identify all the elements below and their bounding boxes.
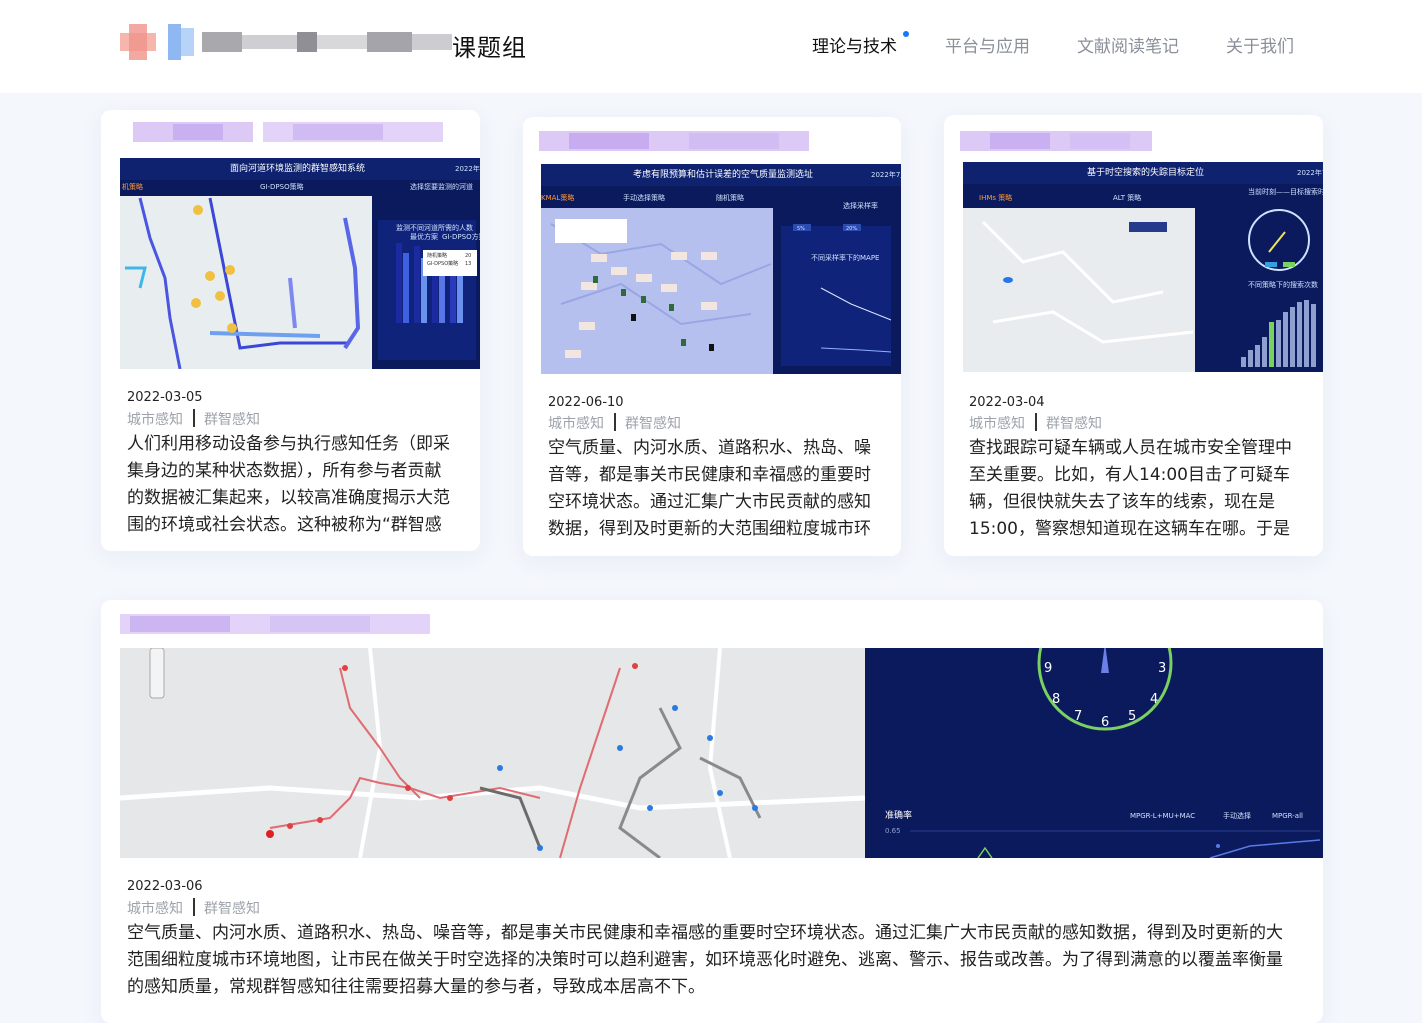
tag-link[interactable]: 城市感知 bbox=[548, 416, 604, 432]
tag-link[interactable]: 城市感知 bbox=[969, 416, 1025, 432]
svg-text:2022年7月: 2022年7月 bbox=[871, 170, 901, 179]
svg-text:基于时空搜索的失踪目标定位: 基于时空搜索的失踪目标定位 bbox=[1087, 166, 1204, 178]
svg-text:5%: 5% bbox=[797, 226, 805, 232]
card-description: 空气质量、内河水质、道路积水、热岛、噪音等，都是事关市民健康和幸福感的重要时空环… bbox=[127, 923, 1283, 997]
tag-link[interactable]: 群智感知 bbox=[204, 412, 260, 428]
card-title-blurred bbox=[133, 122, 443, 142]
logo-mark-icon bbox=[120, 24, 156, 60]
svg-text:随机策略: 随机策略 bbox=[716, 193, 744, 202]
svg-text:选择您要监测的河道: 选择您要监测的河道 bbox=[410, 182, 473, 191]
svg-text:手动选择: 手动选择 bbox=[1223, 811, 1251, 820]
svg-text:2022年7月: 2022年7月 bbox=[455, 164, 480, 173]
svg-text:4: 4 bbox=[1150, 692, 1158, 707]
svg-text:8: 8 bbox=[1052, 692, 1060, 707]
nav-theory-tech[interactable]: 理论与技术 bbox=[812, 32, 897, 57]
logo-secondary-icon bbox=[168, 24, 194, 60]
svg-text:IHMs 策略: IHMs 策略 bbox=[979, 193, 1012, 202]
site-title: 课题组 bbox=[452, 34, 527, 62]
nav-about-us[interactable]: 关于我们 bbox=[1226, 32, 1294, 57]
svg-text:9: 9 bbox=[1044, 661, 1052, 676]
svg-text:6: 6 bbox=[1101, 715, 1109, 730]
svg-text:13: 13 bbox=[465, 261, 471, 267]
missing-target-dashboard-image: 基于时空搜索的失踪目标定位 2022年7月 IHMs 策略 ALT 策略 当前时… bbox=[963, 162, 1323, 372]
svg-text:20%: 20% bbox=[846, 226, 857, 232]
card-tags: 城市感知 群智感知 bbox=[127, 898, 260, 918]
tag-link[interactable]: 群智感知 bbox=[625, 416, 681, 432]
active-nav-dot bbox=[903, 31, 909, 37]
tag-separator bbox=[614, 413, 616, 431]
card-tags: 城市感知 群智感知 bbox=[127, 409, 260, 429]
card-description: 人们利用移动设备参与执行感知任务（即采集身边的某种状态数据），所有参与者贡献的数… bbox=[127, 434, 450, 535]
card-date: 2022-06-10 bbox=[548, 395, 624, 410]
card-thumbnail[interactable]: 基于时空搜索的失踪目标定位 2022年7月 IHMs 策略 ALT 策略 当前时… bbox=[963, 162, 1323, 372]
card-date: 2022-03-06 bbox=[127, 879, 203, 894]
article-card[interactable]: 9 3 8 4 7 6 5 准确率 0.65 MPGR-L+MU+MAC 手动选… bbox=[101, 600, 1323, 1023]
card-title-blurred bbox=[960, 131, 1152, 151]
svg-text:GI-DPSO策略: GI-DPSO策略 bbox=[260, 182, 304, 191]
svg-text:面向河道环境监测的群智感知系统: 面向河道环境监测的群智感知系统 bbox=[230, 162, 365, 174]
svg-text:MPGR-L+MU+MAC: MPGR-L+MU+MAC bbox=[1130, 812, 1195, 820]
nav-platform-apps[interactable]: 平台与应用 bbox=[945, 32, 1030, 57]
card-title-blurred bbox=[539, 131, 809, 151]
route-prediction-dashboard-image: 9 3 8 4 7 6 5 准确率 0.65 MPGR-L+MU+MAC 手动选… bbox=[120, 648, 1323, 858]
svg-text:3: 3 bbox=[1158, 661, 1166, 676]
svg-text:最优方案: 最优方案 bbox=[410, 232, 438, 241]
air-quality-dashboard-image: 考虑有限预算和估计误差的空气质量监测选址 2022年7月 KMAL策略 手动选择… bbox=[541, 164, 901, 374]
svg-text:监测不同河道所需的人数: 监测不同河道所需的人数 bbox=[396, 223, 473, 232]
article-card[interactable]: 考虑有限预算和估计误差的空气质量监测选址 2022年7月 KMAL策略 手动选择… bbox=[523, 117, 901, 556]
svg-text:随机策略: 随机策略 bbox=[427, 252, 447, 259]
tag-link[interactable]: 城市感知 bbox=[127, 412, 183, 428]
card-thumbnail[interactable]: 考虑有限预算和估计误差的空气质量监测选址 2022年7月 KMAL策略 手动选择… bbox=[541, 164, 901, 374]
svg-text:KMAL策略: KMAL策略 bbox=[541, 193, 574, 202]
svg-text:20: 20 bbox=[465, 253, 471, 259]
card-description: 空气质量、内河水质、道路积水、热岛、噪音等，都是事关市民健康和幸福感的重要时空环… bbox=[548, 438, 871, 539]
svg-text:MPGR-all: MPGR-all bbox=[1272, 812, 1303, 820]
card-thumbnail[interactable]: 9 3 8 4 7 6 5 准确率 0.65 MPGR-L+MU+MAC 手动选… bbox=[120, 648, 1323, 858]
svg-text:手动选择策略: 手动选择策略 bbox=[623, 193, 665, 202]
tag-separator bbox=[193, 898, 195, 916]
svg-text:ALT 策略: ALT 策略 bbox=[1113, 193, 1141, 202]
svg-text:机策略: 机策略 bbox=[122, 182, 143, 191]
card-description: 查找跟踪可疑车辆或人员在城市安全管理中至关重要。比如，有人14:00目击了可疑车… bbox=[969, 438, 1292, 539]
svg-text:不同采样率下的MAPE: 不同采样率下的MAPE bbox=[811, 253, 879, 262]
svg-text:5: 5 bbox=[1128, 709, 1136, 724]
card-tags: 城市感知 群智感知 bbox=[969, 413, 1102, 433]
svg-text:当前时刻——目标搜索时刻: 当前时刻——目标搜索时刻 bbox=[1248, 187, 1323, 196]
tag-link[interactable]: 群智感知 bbox=[204, 901, 260, 917]
svg-text:0.65: 0.65 bbox=[885, 827, 901, 835]
tag-link[interactable]: 城市感知 bbox=[127, 901, 183, 917]
site-title-blurred bbox=[202, 32, 452, 52]
article-card[interactable]: 面向河道环境监测的群智感知系统 2022年7月 机策略 GI-DPSO策略 选择… bbox=[101, 110, 480, 551]
river-monitoring-dashboard-image: 面向河道环境监测的群智感知系统 2022年7月 机策略 GI-DPSO策略 选择… bbox=[120, 158, 480, 369]
svg-text:考虑有限预算和估计误差的空气质量监测选址: 考虑有限预算和估计误差的空气质量监测选址 bbox=[633, 168, 813, 180]
svg-text:GI-DPSO方案: GI-DPSO方案 bbox=[442, 232, 480, 241]
svg-text:准确率: 准确率 bbox=[885, 809, 912, 821]
svg-text:7: 7 bbox=[1074, 709, 1082, 724]
tag-separator bbox=[1035, 413, 1037, 431]
tag-separator bbox=[193, 409, 195, 427]
svg-text:不同策略下的搜索次数: 不同策略下的搜索次数 bbox=[1248, 280, 1318, 289]
card-thumbnail[interactable]: 面向河道环境监测的群智感知系统 2022年7月 机策略 GI-DPSO策略 选择… bbox=[120, 158, 480, 369]
card-date: 2022-03-04 bbox=[969, 395, 1045, 410]
svg-text:选择采样率: 选择采样率 bbox=[843, 201, 878, 210]
site-header: 课题组 理论与技术 平台与应用 文献阅读笔记 关于我们 bbox=[0, 0, 1422, 93]
card-tags: 城市感知 群智感知 bbox=[548, 413, 681, 433]
card-title-blurred bbox=[120, 614, 430, 634]
card-date: 2022-03-05 bbox=[127, 390, 203, 405]
tag-link[interactable]: 群智感知 bbox=[1046, 416, 1102, 432]
svg-text:2022年7月: 2022年7月 bbox=[1297, 168, 1323, 177]
logo[interactable] bbox=[120, 24, 156, 60]
nav-reading-notes[interactable]: 文献阅读笔记 bbox=[1077, 32, 1179, 57]
article-card[interactable]: 基于时空搜索的失踪目标定位 2022年7月 IHMs 策略 ALT 策略 当前时… bbox=[944, 115, 1323, 556]
svg-text:GI-DPSO策略: GI-DPSO策略 bbox=[427, 260, 458, 267]
